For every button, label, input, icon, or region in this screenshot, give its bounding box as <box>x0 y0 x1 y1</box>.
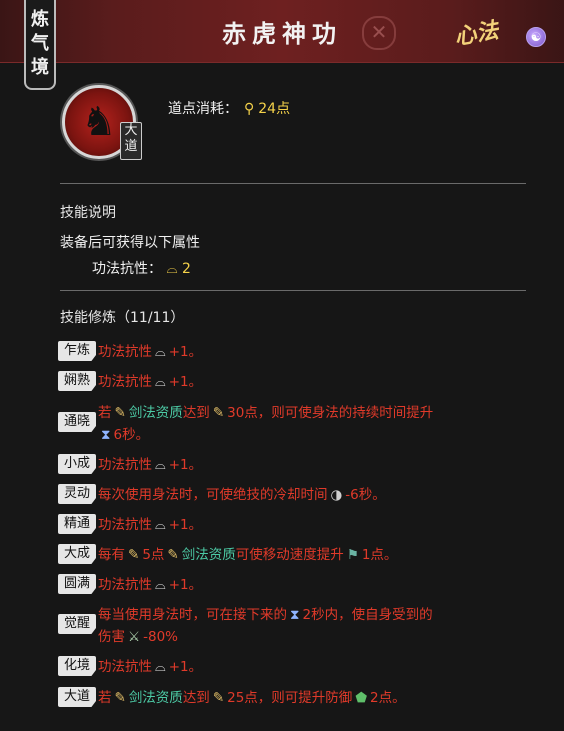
skill-detail-panel: 赤虎神功 ✕ 心法 ☯ 炼 气 境 ♞ 大 道 道点消耗： ⚲ 24点 技能说明 装… <box>0 0 564 731</box>
blade-icon: ⚔ <box>128 629 141 645</box>
yinyang-icon[interactable]: ☯ <box>526 27 546 47</box>
row-text: 功法抗性 ⌓ +1。 <box>98 371 538 393</box>
cost-label: 道点消耗： <box>168 101 238 117</box>
defense-icon: ⬟ <box>355 690 368 706</box>
stage-tag: 娴熟 <box>58 371 96 391</box>
shield-icon: ⌓ <box>155 374 166 390</box>
stage-tag: 圆满 <box>58 574 96 594</box>
cost-value: 24点 <box>258 101 291 117</box>
tiger-figure-icon: ♞ <box>81 99 117 145</box>
shield-icon: ⌓ <box>155 517 166 533</box>
row-text: 功法抗性 ⌓ +1。 <box>98 341 538 363</box>
row-text: 功法抗性 ⌓ +1。 <box>98 514 538 536</box>
grade-badge: 大 道 <box>120 122 142 160</box>
divider <box>60 290 526 291</box>
brush-icon: ✎ <box>167 547 179 563</box>
realm-char: 气 <box>31 33 49 54</box>
desc-attr: 功法抗性： ⌓ 2 <box>92 261 191 277</box>
stage-tag: 灵动 <box>58 484 96 504</box>
row-text: 每次使用身法时，可使绝技的冷却时间 ◑ -6秒。 <box>98 484 538 506</box>
brush-icon: ✎ <box>212 690 225 706</box>
row-text: 若 ✎ 剑法资质达到 ✎ 30点，则可使身法的持续时间提升 ⧗ 6秒。 <box>98 402 538 446</box>
boot-icon: ⚑ <box>346 547 359 563</box>
stage-tag: 通晓 <box>58 412 96 432</box>
shield-icon: ⌓ <box>166 261 178 277</box>
row-text: 功法抗性 ⌓ +1。 <box>98 656 538 678</box>
cooldown-icon: ◑ <box>330 487 343 503</box>
desc-section-title: 技能说明 <box>60 205 116 221</box>
shield-icon: ⌓ <box>155 344 166 360</box>
training-section-title: 技能修炼（11/11） <box>60 310 185 326</box>
shield-icon: ⌓ <box>155 457 166 473</box>
title-bar: 赤虎神功 ✕ 心法 ☯ <box>0 0 564 63</box>
realm-char: 境 <box>31 57 49 78</box>
close-icon[interactable]: ✕ <box>362 16 396 50</box>
hourglass-icon: ⧗ <box>101 427 111 443</box>
divider <box>60 183 526 184</box>
row-text: 功法抗性 ⌓ +1。 <box>98 574 538 596</box>
row-text: 功法抗性 ⌓ +1。 <box>98 454 538 476</box>
stage-tag: 乍炼 <box>58 341 96 361</box>
stage-tag: 小成 <box>58 454 96 474</box>
row-text: 每当使用身法时，可在接下来的 ⧗ 2秒内，使自身受到的 伤害 ⚔ -80% <box>98 604 538 648</box>
stage-tag: 化境 <box>58 656 96 676</box>
stage-tag: 大成 <box>58 544 96 564</box>
cost-line: 道点消耗： ⚲ 24点 <box>168 98 290 118</box>
row-text: 若 ✎ 剑法资质达到 ✎ 25点，则可提升防御 ⬟ 2点。 <box>98 687 538 709</box>
stage-tag: 精通 <box>58 514 96 534</box>
shield-icon: ⌓ <box>155 659 166 675</box>
shield-icon: ⌓ <box>155 577 166 593</box>
brush-icon: ✎ <box>128 547 140 563</box>
stage-tag: 大道 <box>58 687 96 707</box>
realm-char: 炼 <box>31 9 49 30</box>
brush-icon: ✎ <box>114 405 126 421</box>
realm-tag: 炼 气 境 <box>24 0 56 90</box>
desc-main: 装备后可获得以下属性 <box>60 235 200 251</box>
hourglass-icon: ⧗ <box>290 607 300 623</box>
pin-icon: ⚲ <box>244 101 255 117</box>
stage-tag: 觉醒 <box>58 614 96 634</box>
brush-icon: ✎ <box>114 690 126 706</box>
row-text: 每有 ✎ 5点 ✎ 剑法资质可使移动速度提升 ⚑ 1点。 <box>98 544 538 566</box>
brush-icon: ✎ <box>212 405 225 421</box>
